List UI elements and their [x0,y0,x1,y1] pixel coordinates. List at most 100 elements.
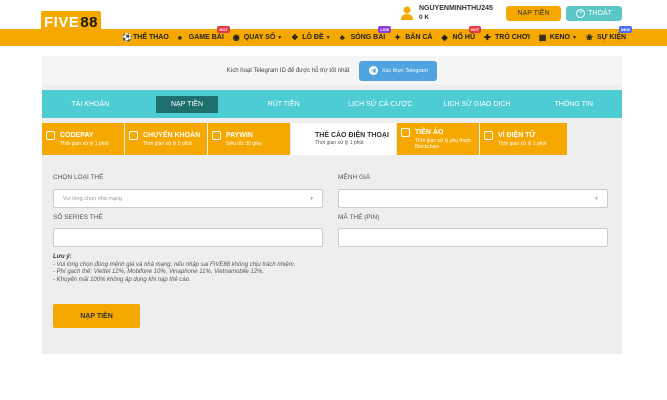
user-info[interactable]: NGUYENMINHTHU245 0 K [401,4,493,22]
lotto-icon: ❖ [291,32,299,42]
deposit-method-title: THẺ CÀO ĐIỆN THOẠI [315,132,389,139]
keno-icon: ▦ [538,32,547,42]
telegram-bar: Kích hoạt Telegram ID để được hỗ trợ tốt… [42,56,622,85]
nav-item[interactable]: ❖ LÔ ĐỀ ▼ [291,32,331,42]
deposit-method-subtitle: Thời gian xử lý 1 phút [315,140,364,146]
crypto-icon [401,128,410,137]
nav-badge: NEW [618,25,633,33]
tab[interactable]: LỊCH SỬ CÁ CƯỢC [332,90,429,118]
nav-item[interactable]: ◆ NỔ HŨ HOT [441,25,482,42]
gift-icon: ❀ [585,32,593,42]
pin-label: MÃ THẺ (PIN) [338,214,380,221]
deposit-method-subtitle: Thời gian xử lý 1 phút [498,141,547,147]
jackpot-icon: ◆ [441,32,448,42]
submit-deposit-button[interactable]: NẠP TIỀN [53,304,140,328]
deposit-method-title-row: VÍ ĐIỆN TỬ [484,131,563,140]
nav-item[interactable]: ✦ BẮN CÁ [394,32,433,42]
telegram-icon [368,66,378,75]
chevron-down-icon: ▼ [325,34,331,41]
ewallet-icon [484,131,493,140]
deposit-method-title: CODEPAY [60,132,94,139]
tab-label: NẠP TIỀN [155,95,219,113]
wallet-icon [46,131,55,140]
top-header: FIVE 88 NGUYENMINHTHU245 0 K NẠP TIỀN × T… [0,0,667,33]
nav-item-label: SỰ KIỆN [596,34,627,41]
nav-item-label: BẮN CÁ [405,34,433,41]
deposit-method-title-row: TIỀN ẢO [401,128,475,137]
logo-text: FIVE [43,13,80,31]
deposit-method-tab[interactable]: TIỀN ẢO Thời gian xử lý phụ thuộc Blockch… [397,123,480,155]
deposit-method-title: VÍ ĐIỆN TỬ [498,132,536,139]
deposit-method-title-row: CHUYỂN KHOẢN [129,131,203,140]
username: NGUYENMINHTHU245 [419,5,493,12]
lottery-icon: ◉ [232,32,240,42]
nav-item-label: KENO [549,34,570,41]
deposit-method-subtitle: Thời gian xử lý 5 phút [143,141,192,147]
nav-item[interactable]: ♣ SÒNG BÀI LIVE [340,25,392,42]
fish-icon: ✦ [394,32,401,42]
tab[interactable]: NẠP TIỀN [139,90,236,118]
denomination-label: MỆNH GIÁ [338,174,371,181]
telegram-verify-button[interactable]: Xác thực Telegram [359,60,438,81]
deposit-method-title-row: THẺ CÀO ĐIỆN THOẠI [295,132,392,139]
tab-label: LỊCH SỬ GIAO DỊCH [443,100,511,108]
deposit-method-tab[interactable]: VÍ ĐIỆN TỬ Thời gian xử lý 1 phút [480,123,568,155]
nav-badge: HOT [468,25,482,33]
close-icon: × [576,9,586,18]
logout-button[interactable]: × THOÁT [566,6,622,21]
tab[interactable]: RÚT TIỀN [235,90,332,118]
notes-line: - Khuyến mãi 100% không áp dụng khi nạp … [53,276,191,283]
notes-line: - Phí gạch thẻ: Viettel 12%, Mobifone 10… [53,269,265,275]
deposit-method-title-row: PAYWIN [212,131,286,140]
five88-logo[interactable]: FIVE 88 [41,11,101,33]
deposit-method-tab[interactable]: CHUYỂN KHOẢN Thời gian xử lý 5 phút [125,123,208,155]
tab-label: RÚT TIỀN [267,100,300,108]
cards-icon: ♠ [177,32,183,42]
paywin-icon [212,131,221,140]
card-type-select[interactable]: Vui lòng chọn nhà mạng ▼ [53,189,323,208]
nav-item-label: LÔ ĐỀ [302,34,324,41]
deposit-method-subtitle: Thời gian xử lý phụ thuộc Blockchain [415,138,472,150]
tab[interactable]: LỊCH SỬ GIAO DỊCH [429,90,526,118]
chevron-down-icon: ▼ [594,196,599,202]
deposit-button[interactable]: NẠP TIỀN [506,6,561,21]
nav-item[interactable]: ❀ SỰ KIỆN NEW [585,25,633,42]
balance: 0 K [419,14,430,21]
notes-line: - Vui lòng chọn đúng mệnh giá và nhà mạn… [53,261,296,268]
telegram-button-label: Xác thực Telegram [381,67,428,74]
deposit-method-title: PAYWIN [226,132,253,139]
chevron-down-icon: ▼ [277,34,283,41]
deposit-method-tab[interactable]: THẺ CÀO ĐIỆN THOẠI Thời gian xử lý 1 phút [291,123,397,155]
deposit-method-title: TIỀN ẢO [415,129,444,136]
card-type-placeholder: Vui lòng chọn nhà mạng [63,195,123,202]
nav-item-label: SÒNG BÀI [350,34,386,41]
tab-label: LỊCH SỬ CÁ CƯỢC [348,100,413,108]
deposit-method-subtitle: Thời gian xử lý 1 phút [60,141,109,147]
nav-item[interactable]: ♠ GAME BÀI HOT [177,25,230,42]
nav-badge: LIVE [378,25,392,33]
denomination-select[interactable]: ▼ [338,189,608,208]
account-panel: Kích hoạt Telegram ID để được hỗ trợ tốt… [42,56,622,354]
serial-input[interactable] [53,228,323,247]
deposit-method-tabs: CODEPAY Thời gian xử lý 1 phút CHUYỂN KHOẢ… [42,123,622,155]
gamepad-icon: ✚ [484,32,491,42]
tab-label: TÀI KHOẢN [71,100,110,108]
logo-number: 88 [80,13,99,31]
deposit-method-subtitle: Siêu tốc 30 giây [226,141,262,147]
nav-item-label: THỂ THAO [133,34,169,41]
notes: Lưu ý: - Vui lòng chọn đúng mệnh giá và … [53,254,295,284]
nav-item[interactable]: ◉ QUAY SỐ ▼ [232,32,283,42]
account-tabs: TÀI KHOẢN NẠP TIỀN RÚT TIỀN LỊCH SỬ CÁ CƯỢC… [42,90,622,118]
nav-item[interactable]: ✚ TRÒ CHƠI [484,32,530,42]
transfer-icon [129,131,138,140]
tab[interactable]: TÀI KHOẢN [42,90,139,118]
deposit-method-tab[interactable]: CODEPAY Thời gian xử lý 1 phút [42,123,125,155]
deposit-method-tab[interactable]: PAYWIN Siêu tốc 30 giây [208,123,291,155]
tab[interactable]: THÔNG TIN [525,90,622,118]
nav-item[interactable]: ▦ KENO ▼ [538,32,577,42]
chevron-down-icon: ▼ [572,34,577,41]
nav-item-label: NỔ HŨ [452,34,476,41]
pin-input[interactable] [338,228,608,247]
card-type-label: CHỌN LOẠI THẺ [53,174,104,181]
nav-item[interactable]: ⚽ THỂ THAO [122,33,169,42]
